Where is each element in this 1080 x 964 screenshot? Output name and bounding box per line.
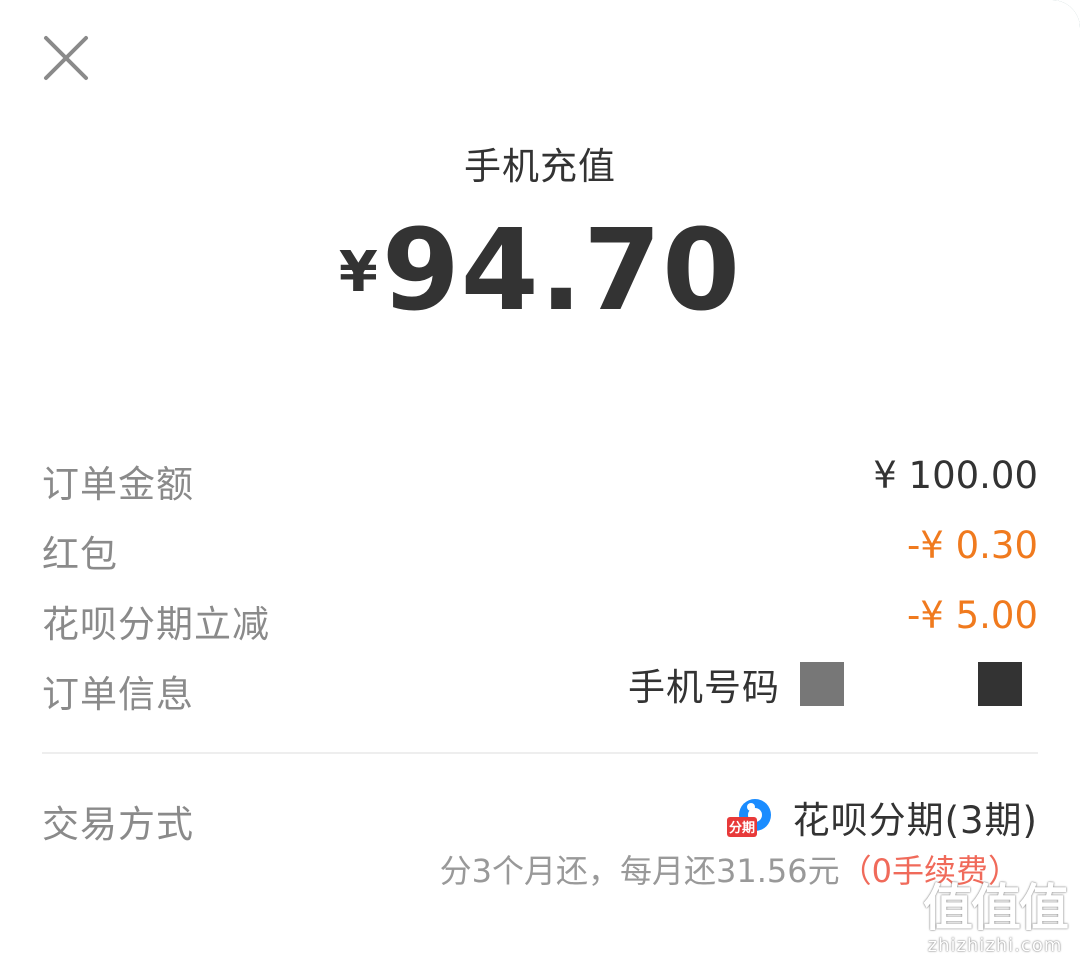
- huabei-discount-label: 花呗分期立减: [42, 603, 270, 646]
- phone-number-label: 手机号码: [628, 666, 780, 709]
- payment-method-label: 交易方式: [42, 803, 194, 846]
- watermark-url: zhizhizhi.com: [927, 935, 1063, 956]
- close-button[interactable]: [40, 32, 92, 84]
- order-amount-label: 订单金额: [42, 463, 194, 506]
- site-watermark: 值值值 zhizhizhi.com: [920, 880, 1070, 956]
- huabei-icon-text: 分期: [729, 820, 755, 836]
- currency-symbol: ¥: [338, 240, 378, 305]
- red-packet-value: -¥ 0.30: [906, 524, 1038, 567]
- amount-value: 94.70: [381, 206, 742, 336]
- payment-amount: ¥94.70: [0, 206, 1080, 336]
- payment-method-name: 花呗分期(3期): [792, 799, 1038, 842]
- divider: [42, 752, 1038, 754]
- installment-text: 分3个月还，每月还31.56元: [439, 852, 840, 890]
- red-packet-label: 红包: [42, 533, 118, 576]
- phone-mask-block: [800, 662, 844, 706]
- phone-number: 手机号码: [628, 660, 1022, 709]
- huabei-discount-value: -¥ 5.00: [906, 594, 1038, 637]
- phone-mask-block: [978, 662, 1022, 706]
- payment-sheet: 手机充值 ¥94.70 订单金额 ¥ 100.00 红包 -¥ 0.30 花呗分…: [0, 0, 1080, 964]
- close-icon: [44, 36, 88, 80]
- payment-method-selector[interactable]: 分期 花呗分期(3期): [725, 790, 1038, 844]
- huabei-installment-icon: 分期: [726, 799, 771, 837]
- order-amount-value: ¥ 100.00: [873, 454, 1038, 497]
- page-title: 手机充值: [464, 145, 616, 188]
- order-info-row: 订单信息 手机号码: [42, 656, 1038, 716]
- sheet-body: 手机充值 ¥94.70 订单金额 ¥ 100.00 红包 -¥ 0.30 花呗分…: [0, 0, 1080, 964]
- huabei-discount-row: 花呗分期立减 -¥ 5.00: [42, 586, 1038, 646]
- red-packet-row[interactable]: 红包 -¥ 0.30: [42, 516, 1038, 576]
- order-amount-row: 订单金额 ¥ 100.00: [42, 446, 1038, 506]
- order-info-label: 订单信息: [42, 673, 194, 716]
- watermark-logo: 值值值: [923, 879, 1069, 937]
